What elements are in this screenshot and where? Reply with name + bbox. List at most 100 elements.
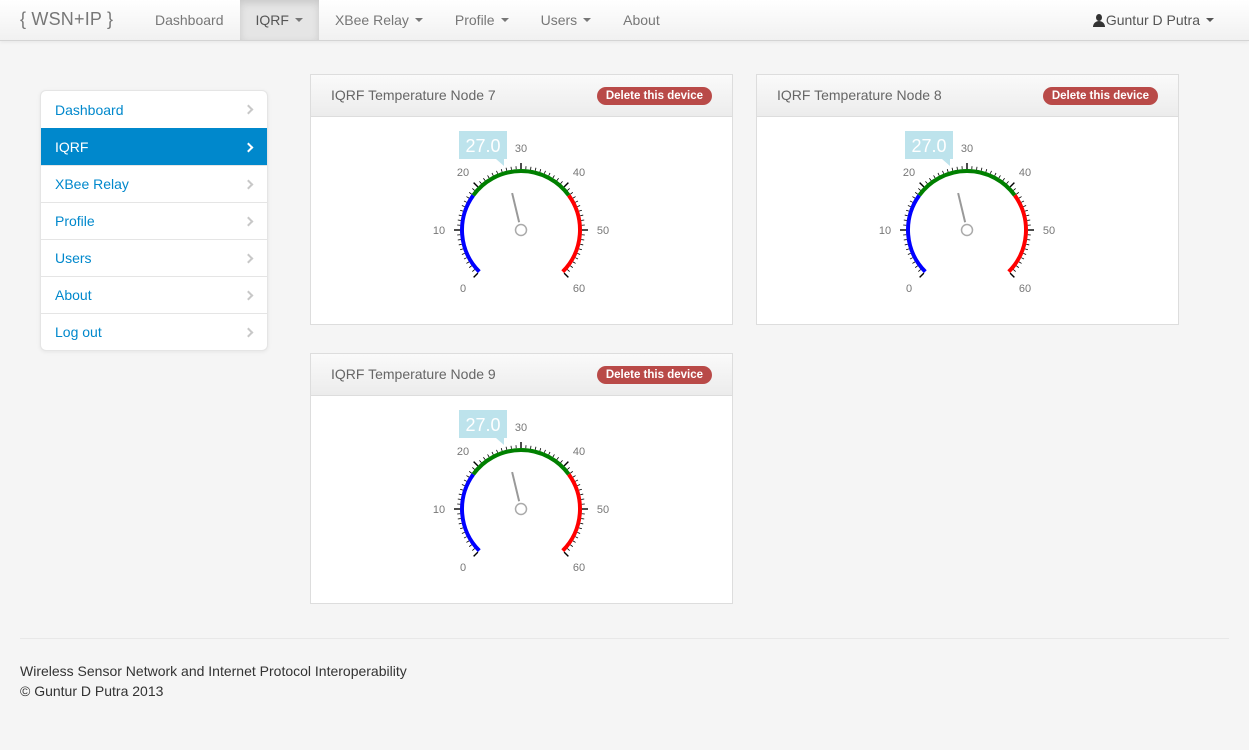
gauge-minor-tick bbox=[906, 248, 910, 251]
gauge-minor-tick bbox=[460, 248, 464, 251]
gauge-major-tick bbox=[473, 182, 479, 188]
gauge-minor-tick bbox=[572, 540, 576, 543]
gauge-value-label: 27.0 bbox=[911, 136, 946, 156]
chevron-right-icon bbox=[243, 142, 254, 152]
gauge-minor-tick bbox=[1023, 205, 1027, 208]
gauge-minor-tick bbox=[500, 169, 503, 173]
gauge-minor-tick bbox=[580, 522, 584, 525]
delete-device-button[interactable]: Delete this device bbox=[1042, 87, 1158, 105]
sidebar-item-dashboard[interactable]: Dashboard bbox=[41, 91, 267, 128]
gauge-minor-tick bbox=[906, 209, 910, 212]
temperature-gauge: 0 10 20 30 40 50 60 27.0 bbox=[879, 131, 1055, 295]
gauge-minor-tick bbox=[466, 475, 470, 478]
gauge-minor-tick bbox=[980, 167, 983, 171]
gauge-minor-tick bbox=[496, 449, 499, 453]
gauge-minor-tick bbox=[1026, 214, 1030, 217]
gauge-minor-tick bbox=[937, 172, 940, 176]
gauge-pivot bbox=[514, 223, 528, 237]
nav-iqrf-label: IQRF bbox=[255, 12, 289, 28]
user-icon bbox=[1092, 13, 1105, 27]
gauge-band-low bbox=[906, 194, 927, 274]
brand-logo[interactable]: { WSN+IP } bbox=[20, 9, 113, 30]
gauge-needle bbox=[957, 192, 967, 223]
gauge-minor-tick bbox=[580, 493, 584, 496]
gauge-minor-tick bbox=[556, 456, 559, 460]
gauge-minor-tick bbox=[918, 269, 921, 272]
gauge-minor-tick bbox=[925, 181, 928, 184]
panel-title: IQRF Temperature Node 7 bbox=[331, 87, 496, 103]
gauge-minor-tick bbox=[460, 527, 464, 530]
nav-iqrf[interactable]: IQRF bbox=[239, 0, 319, 40]
chevron-right-icon bbox=[243, 104, 254, 115]
gauge-minor-tick bbox=[575, 479, 579, 482]
gauge-minor-tick bbox=[472, 269, 475, 272]
gauge-band-low bbox=[460, 194, 481, 274]
gauge-minor-tick bbox=[479, 460, 482, 463]
gauge-minor-tick bbox=[463, 200, 467, 203]
gauge-band-high bbox=[1007, 194, 1028, 274]
sidebar-item-xbee-relay[interactable]: XBee Relay bbox=[41, 165, 267, 202]
sidebar-item-log-out[interactable]: Log out bbox=[41, 313, 267, 350]
nav-users[interactable]: Users bbox=[525, 0, 608, 40]
nav-dashboard[interactable]: Dashboard bbox=[139, 0, 240, 40]
nav-profile-label: Profile bbox=[454, 12, 495, 28]
main-nav: Dashboard IQRF XBee Relay Profile Users … bbox=[139, 0, 676, 40]
gauge-minor-tick bbox=[458, 214, 462, 217]
gauge-major-tick bbox=[919, 272, 925, 278]
gauge-minor-tick bbox=[458, 493, 462, 496]
gauge-minor-tick bbox=[491, 451, 494, 455]
gauge-minor-tick bbox=[909, 200, 913, 203]
gauge-minor-tick bbox=[543, 449, 546, 453]
sidebar-item-profile[interactable]: Profile bbox=[41, 202, 267, 239]
gauge-tick-label: 60 bbox=[573, 283, 585, 295]
gauge-minor-tick bbox=[567, 269, 570, 272]
gauge-minor-tick bbox=[548, 451, 551, 455]
gauge-minor-tick bbox=[472, 467, 475, 470]
gauge-minor-tick bbox=[951, 167, 954, 171]
gauge-minor-tick bbox=[461, 205, 465, 208]
gauge-band-mid bbox=[471, 448, 571, 476]
delete-device-button[interactable]: Delete this device bbox=[596, 87, 712, 105]
gauge-minor-tick bbox=[572, 261, 576, 264]
gauge-band-mid bbox=[917, 169, 1017, 197]
nav-xbee-relay[interactable]: XBee Relay bbox=[319, 0, 439, 40]
gauge-minor-tick bbox=[946, 169, 949, 173]
gauge-minor-tick bbox=[989, 170, 992, 174]
nav-about[interactable]: About bbox=[607, 0, 676, 40]
gauge-tick-label: 30 bbox=[961, 143, 973, 155]
gauge-minor-tick bbox=[458, 243, 462, 246]
nav-users-label: Users bbox=[540, 12, 578, 28]
gauge-minor-tick bbox=[578, 488, 582, 491]
gauge-tick-label: 20 bbox=[457, 446, 469, 458]
gauge-minor-tick bbox=[1013, 188, 1016, 191]
gauge-minor-tick bbox=[578, 527, 582, 530]
gauge-minor-tick bbox=[575, 257, 579, 260]
gauge-minor-tick bbox=[570, 544, 574, 547]
sidebar-item-users[interactable]: Users bbox=[41, 239, 267, 276]
gauge-minor-tick bbox=[500, 448, 503, 452]
footer-divider bbox=[20, 638, 1229, 639]
gauge-minor-tick bbox=[985, 169, 988, 173]
gauge-minor-tick bbox=[1018, 261, 1022, 264]
gauge-minor-tick bbox=[560, 460, 563, 463]
gauge-major-tick bbox=[919, 182, 925, 188]
gauge-minor-tick bbox=[577, 205, 581, 208]
nav-profile[interactable]: Profile bbox=[439, 0, 525, 40]
footer-text: Wireless Sensor Network and Internet Pro… bbox=[20, 663, 407, 679]
gauge-minor-tick bbox=[505, 167, 508, 171]
sidebar-item-about[interactable]: About bbox=[41, 276, 267, 313]
gauge-major-tick bbox=[1009, 182, 1015, 188]
gauge-minor-tick bbox=[578, 209, 582, 212]
gauge-minor-tick bbox=[463, 257, 467, 260]
gauge-minor-tick bbox=[580, 214, 584, 217]
sidebar-item-iqrf[interactable]: IQRF bbox=[41, 128, 267, 165]
chevron-right-icon bbox=[243, 216, 254, 226]
gauge-minor-tick bbox=[572, 196, 576, 199]
user-menu[interactable]: Guntur D Putra bbox=[1092, 0, 1214, 40]
gauge-minor-tick bbox=[1018, 196, 1022, 199]
gauge-minor-tick bbox=[487, 454, 490, 458]
delete-device-button[interactable]: Delete this device bbox=[596, 366, 712, 384]
footer-copyright: © Guntur D Putra 2013 bbox=[20, 683, 164, 699]
gauge-minor-tick bbox=[539, 169, 542, 173]
gauge-minor-tick bbox=[907, 252, 911, 255]
